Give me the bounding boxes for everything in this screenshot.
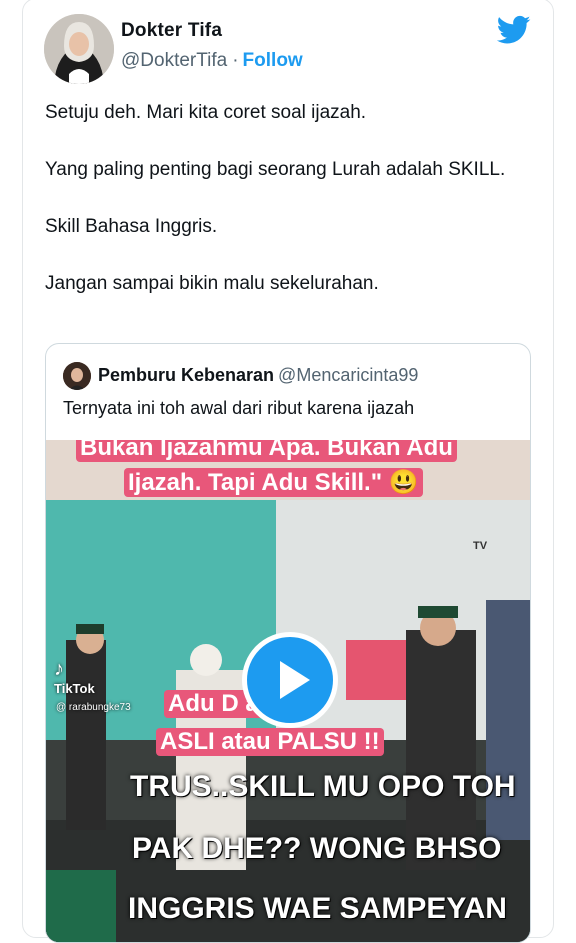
author-handle[interactable]: @DokterTifa — [121, 50, 227, 71]
tiktok-watermark: ♪ TikTok — [54, 658, 95, 696]
tiktok-logo-icon: ♪ — [54, 658, 64, 680]
follow-button[interactable]: Follow — [243, 50, 303, 71]
play-button[interactable] — [242, 632, 338, 728]
caption-bottom-line2: PAK DHE?? WONG BHSO — [132, 832, 502, 865]
caption-bottom-line1: TRUS..SKILL MU OPO TOH — [130, 770, 516, 803]
tweet-paragraph: Yang paling penting bagi seorang Lurah a… — [45, 159, 506, 180]
quoted-name[interactable]: Pemburu Kebenaran — [98, 365, 274, 385]
caption-bottom-line3: INGGRIS WAE SAMPEYAN — [128, 892, 507, 925]
tv-logo: TV — [473, 540, 488, 552]
quoted-handle[interactable]: @Mencaricinta99 — [278, 365, 418, 385]
twitter-bird-icon[interactable] — [496, 15, 531, 45]
author-name[interactable]: Dokter Tifa — [121, 20, 222, 42]
author-handle-row: @DokterTifa · Follow — [121, 50, 303, 72]
play-icon — [280, 661, 310, 699]
quoted-avatar[interactable] — [63, 362, 91, 390]
quoted-text: Ternyata ini toh awal dari ribut karena … — [63, 398, 415, 418]
tiktok-label: TikTok — [54, 681, 95, 696]
quoted-tweet[interactable]: Pemburu Kebenaran @Mencaricinta99 Ternyat… — [45, 343, 531, 943]
caption-mid-line2: ASLI atau PALSU !! — [156, 728, 384, 756]
author-avatar[interactable] — [44, 14, 114, 84]
caption-top-line2: Ijazah. Tapi Adu Skill." 😃 — [124, 468, 423, 497]
tweet-paragraph: Jangan sampai bikin malu sekelurahan. — [45, 273, 379, 294]
tiktok-username: @ rarabungke73 — [56, 702, 131, 713]
tweet-body: Setuju deh. Mari kita coret soal ijazah.… — [45, 99, 525, 327]
tweet-paragraph: Setuju deh. Mari kita coret soal ijazah. — [45, 102, 367, 123]
quoted-author[interactable]: Pemburu Kebenaran @Mencaricinta99 — [98, 365, 418, 386]
video-thumbnail[interactable]: TV Bukan Ijazahmu Apa. Bukan Adu Ijazah.… — [46, 440, 530, 942]
tweet-paragraph: Skill Bahasa Inggris. — [45, 216, 218, 237]
separator: · — [232, 50, 239, 71]
caption-top-line1: Bukan Ijazahmu Apa. Bukan Adu — [76, 440, 457, 462]
